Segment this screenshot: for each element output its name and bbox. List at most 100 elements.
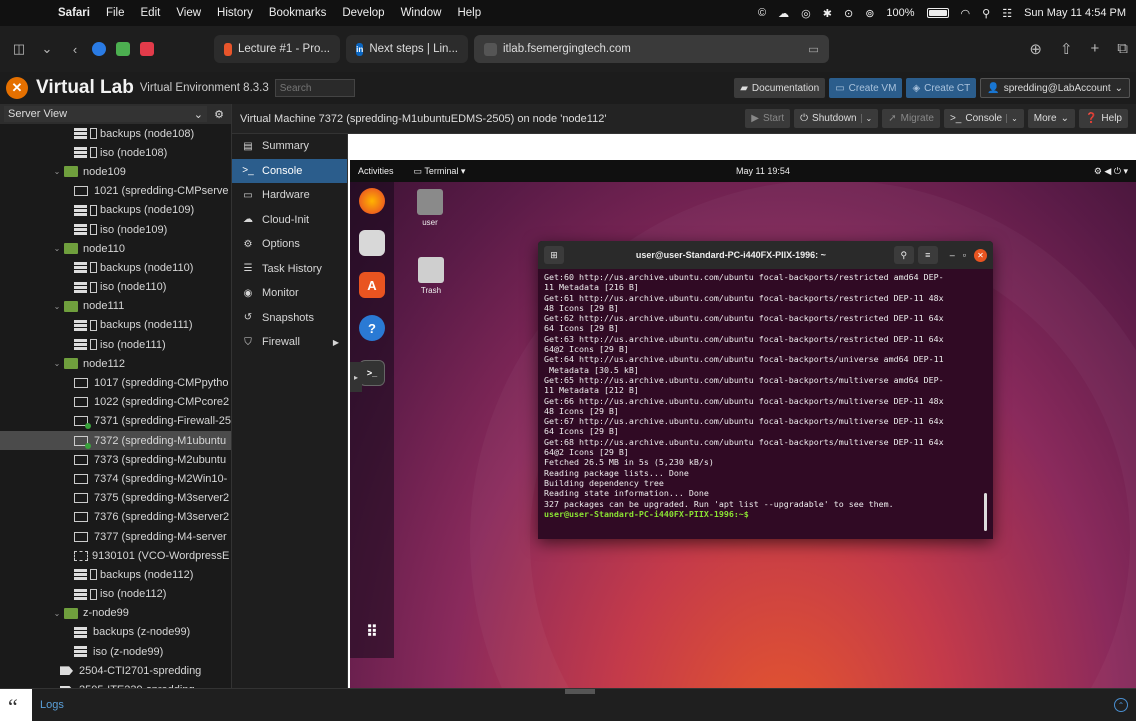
resize-handle[interactable] xyxy=(565,689,595,694)
tree-item[interactable]: backups (z-node99) xyxy=(0,623,231,642)
grammarly-icon[interactable]: ◎ xyxy=(801,7,811,20)
tree-item[interactable]: backups (node110) xyxy=(0,258,231,277)
tree-item[interactable]: 7377 (spredding-M4-server xyxy=(0,527,231,546)
menu-window[interactable]: Window xyxy=(401,7,442,19)
bluetooth-icon[interactable]: ✱ xyxy=(823,7,832,20)
tree-item[interactable]: backups (node112) xyxy=(0,565,231,584)
menu-history[interactable]: History xyxy=(217,7,253,19)
extension-green-icon[interactable] xyxy=(116,42,130,56)
terminal-dock-icon[interactable]: >_ xyxy=(359,360,385,386)
tree-item[interactable]: iso (node112) xyxy=(0,585,231,604)
chevron-down-icon[interactable]: ⌄ xyxy=(52,609,62,618)
clock[interactable]: Sun May 11 4:54 PM xyxy=(1024,7,1126,19)
tree-pool[interactable]: 2504-CTI2701-spredding xyxy=(0,661,231,680)
desktop-trash[interactable]: Trash xyxy=(411,257,451,295)
maximize-icon[interactable]: ▫ xyxy=(963,250,966,260)
help-icon[interactable]: ? xyxy=(359,315,385,341)
menu-help[interactable]: Help xyxy=(457,7,481,19)
chevron-down-icon[interactable]: ⌄ xyxy=(52,359,62,368)
tree-pool[interactable]: 2505-ITE239-spredding xyxy=(0,680,231,688)
play-icon[interactable]: ⊙ xyxy=(844,7,853,20)
user-menu-button[interactable]: 👤 spredding@LabAccount ⌄ xyxy=(980,78,1130,98)
activities-button[interactable]: Activities xyxy=(358,166,394,176)
documentation-button[interactable]: ▰ Documentation xyxy=(734,78,826,98)
battery-icon[interactable] xyxy=(926,8,949,18)
tree-item[interactable]: 1017 (spredding-CMPpytho xyxy=(0,373,231,392)
gear-icon[interactable]: ⚙ xyxy=(211,108,227,121)
tree-view-selector[interactable]: Server View ⌄ ⚙ xyxy=(0,104,231,124)
sidebar-toggle-icon[interactable]: ◫ xyxy=(8,38,30,60)
chevron-down-icon[interactable]: ⌄ xyxy=(1006,114,1018,123)
download-icon[interactable]: ⊕ xyxy=(1029,40,1042,58)
console-button[interactable]: >_ Console ⌄ xyxy=(943,109,1024,128)
create-ct-button[interactable]: ◈ Create CT xyxy=(906,78,977,98)
tree-item[interactable]: 7373 (spredding-M2ubuntu xyxy=(0,450,231,469)
tree-item[interactable]: 1021 (spredding-CMPserve xyxy=(0,182,231,201)
tree-item[interactable]: 1022 (spredding-CMPcore2 xyxy=(0,393,231,412)
tree-item[interactable]: backups (node108) xyxy=(0,124,231,143)
help-button[interactable]: ❓ Help xyxy=(1078,109,1128,128)
tree-item[interactable]: backups (node111) xyxy=(0,316,231,335)
spotlight-icon[interactable]: ⚲ xyxy=(982,7,990,20)
logs-tab[interactable]: Logs xyxy=(40,699,64,711)
subnav-snapshots[interactable]: ↺ Snapshots xyxy=(232,306,347,331)
tree-item[interactable]: iso (node108) xyxy=(0,143,231,162)
menu-bookmarks[interactable]: Bookmarks xyxy=(269,7,327,19)
record-icon[interactable]: ⊚ xyxy=(865,7,874,20)
terminal-window[interactable]: ⊞ user@user-Standard-PC-i440FX-PIIX-1996… xyxy=(538,241,993,539)
terminal-titlebar[interactable]: ⊞ user@user-Standard-PC-i440FX-PIIX-1996… xyxy=(538,241,993,269)
subnav-options[interactable]: ⚙ Options xyxy=(232,232,347,257)
firefox-icon[interactable] xyxy=(359,188,385,214)
menu-app-safari[interactable]: Safari xyxy=(58,7,90,19)
tree-item[interactable]: 9130101 (VCO-WordpressE xyxy=(0,546,231,565)
pocket-icon[interactable] xyxy=(140,42,154,56)
subnav-monitor[interactable]: ◉ Monitor xyxy=(232,281,347,306)
close-icon[interactable]: ✕ xyxy=(974,248,987,262)
cloud-icon[interactable]: ☁ xyxy=(778,7,789,20)
chevron-down-icon[interactable]: ⌄ xyxy=(52,167,62,176)
wifi-icon[interactable]: ◠ xyxy=(961,7,971,20)
tree-item[interactable]: backups (node109) xyxy=(0,201,231,220)
gnome-clock[interactable]: May 11 19:54 xyxy=(736,166,790,176)
tree-node[interactable]: ⌄ node111 xyxy=(0,297,231,316)
chevron-right-icon[interactable]: ▸ xyxy=(350,362,362,392)
hamburger-icon[interactable]: ≡ xyxy=(917,246,938,264)
menu-view[interactable]: View xyxy=(176,7,201,19)
menu-file[interactable]: File xyxy=(106,7,125,19)
menu-edit[interactable]: Edit xyxy=(141,7,161,19)
tree-node[interactable]: ⌄ node109 xyxy=(0,162,231,181)
search-icon[interactable]: ⚲ xyxy=(893,246,914,264)
create-vm-button[interactable]: ▭ Create VM xyxy=(829,78,903,98)
back-icon[interactable]: ‹ xyxy=(64,38,86,60)
desktop-home-folder[interactable]: user xyxy=(410,189,450,227)
tree-item[interactable]: 7376 (spredding-M3server2 xyxy=(0,508,231,527)
subnav-summary[interactable]: ▤ Summary xyxy=(232,134,347,159)
reader-icon[interactable]: ▭ xyxy=(808,42,819,56)
chevron-down-icon[interactable]: ⌄ xyxy=(36,38,58,60)
subnav-firewall[interactable]: ⛉ Firewall ▶ xyxy=(232,330,347,355)
chevron-down-icon[interactable]: ⌄ xyxy=(52,244,62,253)
terminal-app-menu[interactable]: ▭ Terminal ▾ xyxy=(414,166,466,177)
terminal-scrollbar[interactable] xyxy=(984,493,987,531)
tree-item[interactable]: iso (node110) xyxy=(0,278,231,297)
software-icon[interactable]: A xyxy=(359,272,385,298)
files-icon[interactable] xyxy=(359,230,385,256)
tree-node[interactable]: ⌄ z-node99 xyxy=(0,604,231,623)
subnav-hardware[interactable]: ▭ Hardware xyxy=(232,183,347,208)
extension-blue-icon[interactable] xyxy=(92,42,106,56)
tree-item[interactable]: 7374 (spredding-M2Win10- xyxy=(0,469,231,488)
terminal-prompt[interactable]: user@user-Standard-PC-i440FX-PIIX-1996:~… xyxy=(544,509,987,519)
tree-item[interactable]: 7375 (spredding-M3server2 xyxy=(0,489,231,508)
tree-item[interactable]: iso (node111) xyxy=(0,335,231,354)
tab-lecture[interactable]: Lecture #1 - Pro... xyxy=(214,35,340,63)
tab-itlab-address[interactable]: itlab.fsemergingtech.com ▭ xyxy=(474,35,829,63)
tab-linkedin[interactable]: in Next steps | Lin... xyxy=(346,35,468,63)
tree-node[interactable]: ⌄ node112 xyxy=(0,354,231,373)
more-button[interactable]: More ⌄ xyxy=(1027,109,1075,128)
tree-item[interactable]: iso (node109) xyxy=(0,220,231,239)
subnav-cloud-init[interactable]: ☁ Cloud-Init xyxy=(232,208,347,233)
migrate-button[interactable]: ➚ Migrate xyxy=(882,109,940,128)
system-tray-icon[interactable]: ⚙ ◀ ⏻ ▾ xyxy=(1094,166,1128,177)
terminal-output[interactable]: Get:60 http://us.archive.ubuntu.com/ubun… xyxy=(538,269,993,522)
tree-node[interactable]: ⌄ node110 xyxy=(0,239,231,258)
